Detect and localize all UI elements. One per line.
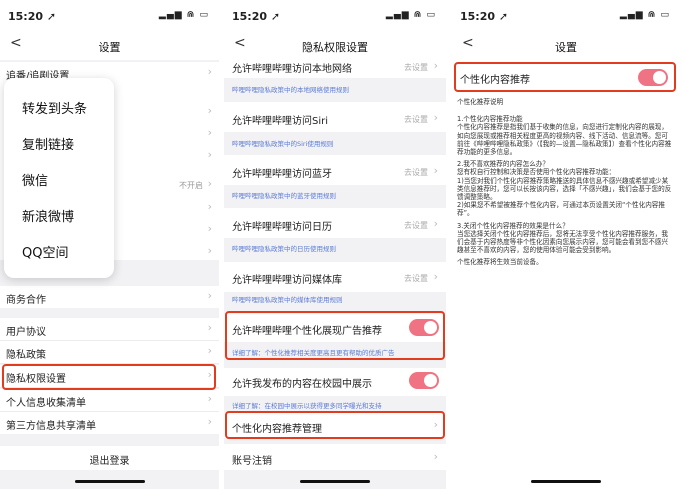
policy-link[interactable]: 哔哩哔哩隐私政策中的蓝牙使用规则 xyxy=(232,190,336,200)
status-time: 15:20 ➚ xyxy=(460,10,509,23)
settings-row-third-party[interactable]: 第三方信息共享清单 › xyxy=(0,412,219,434)
screenshot-collage: 15:20 ➚ ▂▄▆ ⋒ ▭ < 设置 追番/追剧设置 › › › › 不开启… xyxy=(0,0,682,489)
status-time: 15:20 ➚ xyxy=(8,10,57,23)
chevron-right-icon: › xyxy=(207,321,212,334)
phone-personalized-recommend: 15:20 ➚ ▂▄▆ ⋒ ▭ < 设置 个性化内容推荐 个性化推荐说明 1.个… xyxy=(452,0,680,489)
status-time: 15:20 ➚ xyxy=(232,10,281,23)
campus-detail-link[interactable]: 详细了解：在校园中展示以获得更多同学曝光和支持 xyxy=(232,400,382,410)
phone-settings: 15:20 ➚ ▂▄▆ ⋒ ▭ < 设置 追番/追剧设置 › › › › 不开启… xyxy=(0,0,219,489)
permission-item[interactable]: 允许哔哩哔哩访问日历 去设置 › xyxy=(224,208,446,238)
row-value: 不开启 xyxy=(179,181,203,190)
settings-row-info-list[interactable]: 个人信息收集清单 › xyxy=(0,389,219,412)
chevron-right-icon: › xyxy=(207,126,212,139)
nav-bar: < 设置 xyxy=(452,32,680,60)
campus-toggle-row: 允许我发布的内容在校园中展示 xyxy=(224,368,446,396)
status-bar: 15:20 ➚ ▂▄▆ ⋒ ▭ xyxy=(0,0,219,32)
permission-action: 去设置 xyxy=(404,63,428,72)
status-bar: 15:20 ➚ ▂▄▆ ⋒ ▭ xyxy=(452,0,680,32)
share-menu: 转发到头条 复制链接 微信 新浪微博 QQ空间 xyxy=(4,78,114,278)
chevron-right-icon: › xyxy=(207,104,212,117)
recommend-description: 个性化推荐说明 1.个性化内容推荐功能 个性化内容推荐是指我们基于收集的信息，向… xyxy=(457,98,672,271)
chevron-right-icon: › xyxy=(207,65,212,78)
desc-paragraph: 个性化推荐将生效当前设备。 xyxy=(457,258,543,267)
status-bar: 15:20 ➚ ▂▄▆ ⋒ ▭ xyxy=(224,0,446,32)
settings-row-privacy-policy[interactable]: 隐私政策 › xyxy=(0,341,219,364)
account-cancel-row[interactable]: 账号注销 › xyxy=(224,444,446,470)
share-wechat[interactable]: 微信 xyxy=(22,170,48,189)
home-indicator xyxy=(74,480,145,483)
permission-label: 允许哔哩哔哩访问本地网络 xyxy=(232,64,352,75)
share-toutiao[interactable]: 转发到头条 xyxy=(22,98,87,117)
policy-link[interactable]: 哔哩哔哩隐私政策中的媒体库使用规则 xyxy=(232,294,343,304)
page-title: 设置 xyxy=(98,41,121,54)
logout-button[interactable]: 退出登录 xyxy=(0,446,219,470)
policy-link[interactable]: 哔哩哔哩隐私政策中的Siri使用规则 xyxy=(232,138,333,148)
chevron-right-icon: › xyxy=(433,111,438,124)
permission-label: 允许哔哩哔哩访问蓝牙 xyxy=(232,169,332,180)
policy-link[interactable]: 哔哩哔哩隐私政策中的本地网络使用规则 xyxy=(232,84,349,94)
chevron-right-icon: › xyxy=(207,344,212,357)
chevron-right-icon: › xyxy=(207,289,212,302)
chevron-right-icon: › xyxy=(207,415,212,428)
settings-row-user-agreement[interactable]: 用户协议 › xyxy=(0,318,219,341)
share-qzone[interactable]: QQ空间 xyxy=(22,242,68,261)
phone-privacy-permissions: 15:20 ➚ ▂▄▆ ⋒ ▭ < 隐私权限设置 允许哔哩哔哩访问本地网络 去设… xyxy=(224,0,446,489)
permission-action: 去设置 xyxy=(404,168,428,177)
row-label: 账号注销 xyxy=(232,456,272,467)
row-label: 隐私政策 xyxy=(6,350,46,361)
permission-action: 去设置 xyxy=(404,274,428,283)
permission-item[interactable]: 允许哔哩哔哩访问本地网络 去设置 › xyxy=(224,59,446,78)
chevron-right-icon: › xyxy=(207,148,212,161)
row-label: 用户协议 xyxy=(6,327,46,338)
share-copy-link[interactable]: 复制链接 xyxy=(22,134,74,153)
desc-paragraph: 2.我不喜欢推荐的内容怎么办？ 您有权自行控制和决策是否使用个性化内容推荐功能：… xyxy=(457,160,672,218)
status-icons: ▂▄▆ ⋒ ▭ xyxy=(385,10,436,20)
permission-action: 去设置 xyxy=(404,115,428,124)
permission-label: 允许哔哩哔哩访问Siri xyxy=(232,116,329,127)
chevron-right-icon: › xyxy=(433,59,438,72)
highlight-box xyxy=(225,311,445,360)
permission-action: 去设置 xyxy=(404,221,428,230)
campus-display-toggle[interactable] xyxy=(409,372,439,389)
chevron-right-icon: › xyxy=(433,270,438,283)
row-label: 个人信息收集清单 xyxy=(6,398,86,409)
share-weibo[interactable]: 新浪微博 xyxy=(22,206,74,225)
permission-item[interactable]: 允许哔哩哔哩访问媒体库 去设置 › xyxy=(224,262,446,292)
chevron-right-icon: › xyxy=(207,392,212,405)
chevron-right-icon: › xyxy=(207,222,212,235)
home-indicator xyxy=(531,480,601,483)
page-title: 隐私权限设置 xyxy=(302,41,368,54)
chevron-right-icon: › xyxy=(433,217,438,230)
highlight-box xyxy=(225,411,445,439)
desc-title: 个性化推荐说明 xyxy=(457,98,504,106)
chevron-right-icon: › xyxy=(433,450,438,463)
permission-label: 允许哔哩哔哩访问日历 xyxy=(232,222,332,233)
permission-item[interactable]: 允许哔哩哔哩访问Siri 去设置 › xyxy=(224,102,446,132)
chevron-right-icon: › xyxy=(207,244,212,257)
chevron-right-icon: › xyxy=(207,177,212,190)
row-label: 第三方信息共享清单 xyxy=(6,421,96,432)
permission-item[interactable]: 允许哔哩哔哩访问蓝牙 去设置 › xyxy=(224,155,446,185)
chevron-right-icon: › xyxy=(433,164,438,177)
page-title: 设置 xyxy=(555,41,577,54)
desc-paragraph: 3.关闭个性化内容推荐的效果是什么？ 当您选择关闭个性化内容推荐后，您将无法享受… xyxy=(457,221,668,255)
status-icons: ▂▄▆ ⋒ ▭ xyxy=(619,10,670,20)
nav-bar: < 设置 xyxy=(0,32,219,60)
permission-label: 允许哔哩哔哩访问媒体库 xyxy=(232,275,342,286)
highlight-box xyxy=(454,62,676,92)
policy-link[interactable]: 哔哩哔哩隐私政策中的日历使用规则 xyxy=(232,243,336,253)
status-icons: ▂▄▆ ⋒ ▭ xyxy=(158,10,209,20)
toggle-label: 允许我发布的内容在校园中展示 xyxy=(232,379,372,390)
settings-row-business[interactable]: 商务合作 › xyxy=(0,286,219,308)
chevron-right-icon: › xyxy=(207,200,212,213)
row-label: 商务合作 xyxy=(6,295,46,306)
home-indicator xyxy=(300,480,370,483)
nav-bar: < 隐私权限设置 xyxy=(224,32,446,60)
desc-paragraph: 1.个性化内容推荐功能 个性化内容推荐是指我们基于收集的信息，向您进行定制化内容… xyxy=(457,115,672,157)
highlight-box xyxy=(2,364,216,390)
